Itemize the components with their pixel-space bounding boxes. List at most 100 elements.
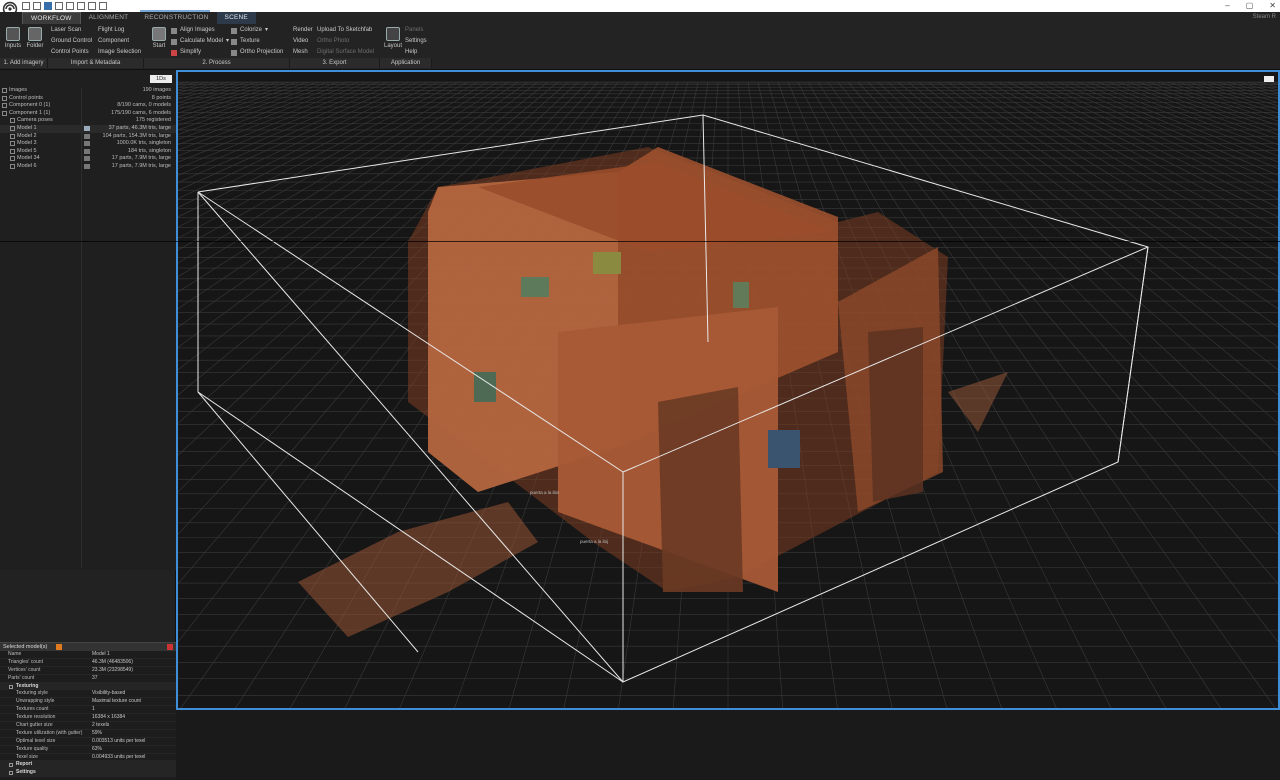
expand-icon[interactable]	[10, 141, 15, 147]
folder-button[interactable]: Folder	[24, 27, 46, 49]
tree-row[interactable]: Model 3 1000.0K tris, singleton	[0, 140, 176, 148]
layout-1-icon[interactable]	[33, 2, 41, 10]
maximize-button[interactable]: ▢	[1246, 1, 1254, 10]
ortho-photo-button[interactable]: Ortho Photo	[317, 36, 374, 47]
visibility-icon[interactable]	[84, 141, 90, 147]
visibility-icon[interactable]	[84, 164, 90, 169]
component-button[interactable]: Component	[98, 36, 141, 47]
minimize-button[interactable]: –	[1225, 1, 1229, 10]
dsm-button[interactable]: Digital Surface Model	[317, 47, 374, 58]
settings-button[interactable]: Settings	[405, 36, 427, 47]
expand-icon[interactable]	[10, 133, 15, 139]
mesh-export-button[interactable]: Mesh	[293, 47, 313, 58]
collapse-icon[interactable]	[9, 771, 13, 776]
expand-icon[interactable]	[2, 103, 7, 109]
property-key: Unwrapping style	[16, 698, 55, 705]
property-section[interactable]: Settings	[0, 769, 176, 778]
tab-scene[interactable]: SCENE	[216, 12, 256, 24]
layout-3-icon[interactable]	[55, 2, 63, 10]
brush-icon	[231, 27, 237, 34]
inputs-button[interactable]: Inputs	[2, 27, 24, 49]
property-value: 23.3M (23298549)	[92, 666, 133, 673]
expand-icon[interactable]	[10, 164, 15, 169]
expand-icon[interactable]	[2, 110, 7, 116]
layout-2-icon[interactable]	[44, 2, 52, 10]
calculate-model-button[interactable]: Calculate Model ▾	[171, 36, 229, 47]
expand-icon[interactable]	[2, 88, 7, 93]
document-tab[interactable]	[140, 0, 210, 12]
tree-row[interactable]: Camera poses 175 registered	[0, 117, 176, 125]
export-col-1: Render Video Mesh	[293, 25, 313, 58]
tree-row[interactable]: Model 1 37 parts, 46.3M tris, large	[0, 125, 176, 133]
layout-button[interactable]: Layout	[382, 27, 404, 49]
tab-reconstruction[interactable]: RECONSTRUCTION	[136, 12, 216, 24]
close-button[interactable]: ✕	[1269, 1, 1276, 10]
visibility-icon[interactable]	[84, 156, 90, 162]
expand-icon[interactable]	[10, 148, 15, 154]
tree-row-value: 104 parts, 154.3M tris, large	[102, 132, 171, 139]
model-mesh[interactable]	[298, 147, 1008, 637]
tree-row[interactable]: Model 2 104 parts, 154.3M tris, large	[0, 133, 176, 141]
group-add-imagery: 1. Add imagery	[0, 58, 48, 68]
image-selection-button[interactable]: Image Selection	[98, 47, 141, 58]
tree-row[interactable]: Model 6 17 parts, 7.9M tris, large	[0, 163, 176, 171]
tree-row[interactable]: Images 190 images	[0, 87, 176, 95]
window-controls: – ▢ ✕	[1225, 1, 1276, 10]
painting-3	[768, 430, 800, 468]
collapse-icon[interactable]	[9, 684, 13, 689]
expand-icon[interactable]	[10, 118, 15, 124]
tree-row[interactable]: Model 5 184 tris, singleton	[0, 148, 176, 156]
panels-button[interactable]: Panels	[405, 25, 427, 36]
project-tree: 1Ds Images 190 images Control points 8 poin…	[0, 70, 176, 570]
tree-row[interactable]: Component 1 (1) 175/190 cams, 6 models	[0, 110, 176, 118]
start-button[interactable]: Start	[148, 27, 170, 49]
scene-label-2: puerta a la ibij	[580, 539, 609, 544]
render-button[interactable]: Render	[293, 25, 313, 36]
visibility-icon[interactable]	[84, 126, 90, 131]
laser-scan-button[interactable]: Laser Scan	[51, 25, 92, 36]
upload-sketchfab-button[interactable]: Upload To Sketchfab	[317, 25, 374, 36]
property-row: Textures count 1	[0, 706, 176, 715]
save-icon[interactable]	[22, 2, 30, 10]
expand-icon[interactable]	[10, 126, 15, 131]
tab-workflow[interactable]: WORKFLOW	[22, 12, 81, 24]
property-section[interactable]: Texturing	[0, 682, 176, 691]
texture-button[interactable]: Texture	[231, 36, 283, 47]
property-value: 46.3M (46483506)	[92, 658, 133, 665]
visibility-icon[interactable]	[84, 133, 90, 139]
pin-icon[interactable]	[56, 644, 62, 650]
video-button[interactable]: Video	[293, 36, 313, 47]
flight-log-button[interactable]: Flight Log	[98, 25, 141, 36]
visibility-icon[interactable]	[84, 148, 90, 154]
viewport-menu-button[interactable]	[1264, 76, 1274, 82]
property-key: Texel size	[16, 753, 38, 760]
expand-icon[interactable]	[2, 95, 7, 101]
help-button[interactable]: Help	[405, 47, 427, 58]
redo-icon[interactable]	[99, 2, 107, 10]
control-points-button[interactable]: Control Points	[51, 47, 92, 58]
property-row: Vertices' count 23.3M (23298549)	[0, 667, 176, 675]
property-section[interactable]: Report	[0, 761, 176, 770]
close-icon[interactable]	[167, 644, 173, 650]
colorize-button[interactable]: Colorize ▾	[231, 25, 283, 36]
layout-4-icon[interactable]	[66, 2, 74, 10]
layout-5-icon[interactable]	[77, 2, 85, 10]
tree-row[interactable]: Component 0 (1) 8/190 cams, 0 models	[0, 102, 176, 110]
tree-row[interactable]: Model 34 17 parts, 7.9M tris, large	[0, 155, 176, 163]
scene-canvas[interactable]	[178, 72, 1280, 710]
align-images-button[interactable]: Align Images	[171, 25, 229, 36]
tree-row-name: Model 1	[17, 125, 37, 131]
undo-icon[interactable]	[88, 2, 96, 10]
3d-viewport[interactable]: puerta a la ibis puerta a la ibij	[176, 70, 1280, 710]
tree-row[interactable]: Control points 8 points	[0, 95, 176, 103]
group-export: 3. Export	[290, 58, 380, 68]
simplify-button[interactable]: Simplify	[171, 47, 229, 58]
expand-icon[interactable]	[10, 156, 15, 162]
tree-toggle-button[interactable]: 1Ds	[150, 75, 172, 83]
tab-alignment[interactable]: ALIGNMENT	[81, 12, 137, 24]
tree-row-value: 175/190 cams, 6 models	[111, 109, 171, 116]
ground-control-button[interactable]: Ground Control	[51, 36, 92, 47]
collapse-icon[interactable]	[9, 763, 13, 768]
group-process: 2. Process	[144, 58, 290, 68]
ortho-projection-button[interactable]: Ortho Projection	[231, 47, 283, 58]
